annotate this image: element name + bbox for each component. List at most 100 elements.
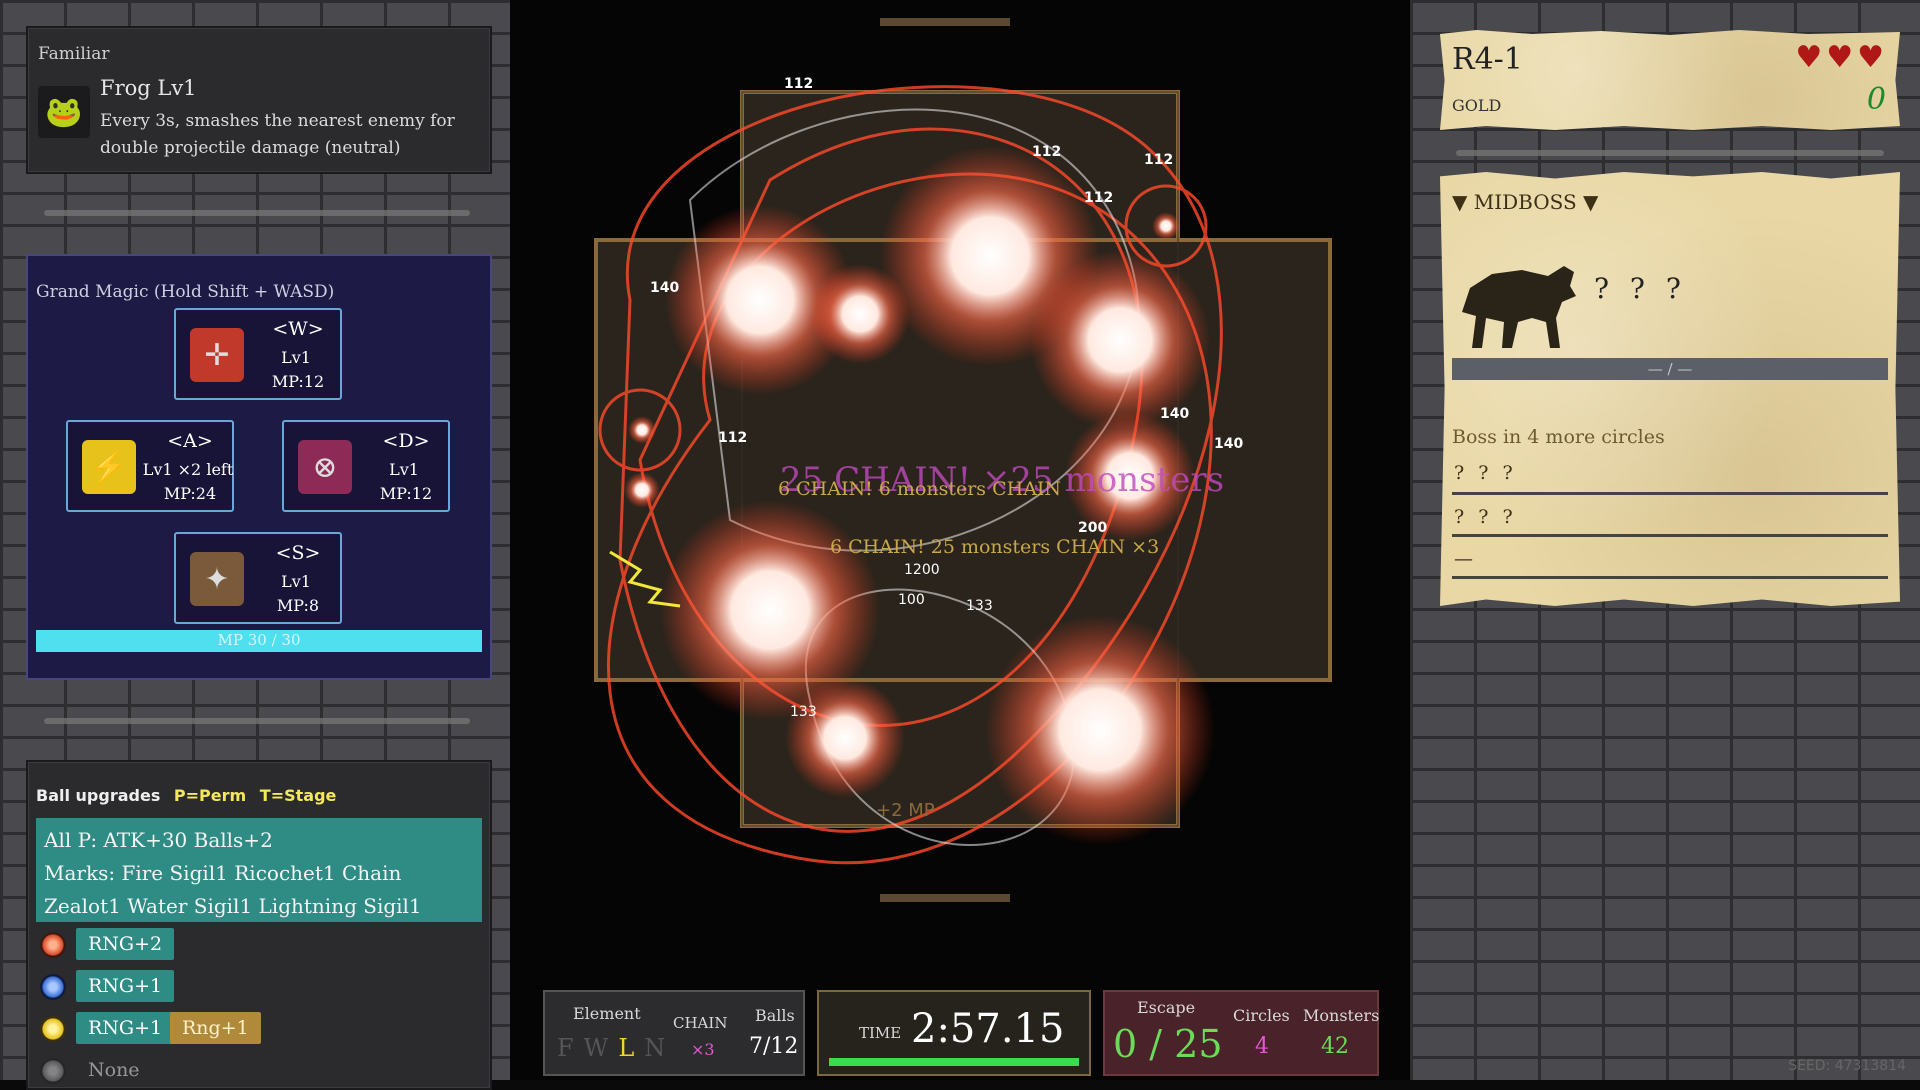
crosshair-icon: ✛ xyxy=(190,328,244,382)
spell-mp: MP:8 xyxy=(276,596,320,615)
hyena-icon xyxy=(1462,266,1576,348)
spell-key: <W> xyxy=(272,318,324,340)
chain-label: CHAIN xyxy=(673,1014,728,1032)
left-sidebar: Familiar 🐸 Frog Lv1 Every 3s, smashes th… xyxy=(0,0,510,1090)
grand-magic-panel: Grand Magic (Hold Shift + WASD) ✛ <W> Lv… xyxy=(26,254,492,680)
boss-entry: ? ? ? xyxy=(1454,506,1517,528)
element-water: W xyxy=(583,1034,619,1062)
spell-d[interactable]: ⊗ <D> Lv1 MP:12 xyxy=(282,420,450,512)
ball-upgrades-header: Ball upgrades P=Perm T=Stage xyxy=(36,786,336,805)
time-label: TIME xyxy=(859,1024,902,1042)
spell-mp: MP:12 xyxy=(379,484,433,503)
chain-banner: 6 CHAIN! 25 monsters CHAIN ×3 xyxy=(830,536,1160,558)
upgrade-chip: None xyxy=(88,1059,140,1081)
boss-countdown: Boss in 4 more circles xyxy=(1452,426,1665,448)
element-lightning: L xyxy=(618,1034,645,1062)
cross-circle-icon: ⊗ xyxy=(298,440,352,494)
chain-value: ×3 xyxy=(691,1040,715,1059)
element-label: Element xyxy=(573,1004,641,1023)
circles-value: 4 xyxy=(1255,1034,1269,1059)
top-gate xyxy=(880,18,1010,26)
damage-number: 133 xyxy=(790,704,817,720)
damage-number: 112 xyxy=(784,76,814,92)
familiar-description: Every 3s, smashes the nearest enemy for … xyxy=(100,111,455,158)
damage-number: 140 xyxy=(1160,406,1190,422)
summary-line: All P: ATK+30 Balls+2 xyxy=(44,828,273,852)
ball-upgrades-title: Ball upgrades xyxy=(36,786,161,805)
element-fire: F xyxy=(557,1034,584,1062)
escape-label: Escape xyxy=(1137,998,1196,1017)
escape-value: 0 / 25 xyxy=(1113,1022,1223,1066)
gold-value: 0 xyxy=(1866,82,1886,117)
spell-level: Lv1 ×2 left xyxy=(142,460,234,479)
stage-legend: T=Stage xyxy=(259,786,337,805)
element-list: FWLN xyxy=(557,1034,675,1062)
summary-line: Marks: Fire Sigil1 Ricochet1 Chain xyxy=(44,861,402,885)
familiar-panel: Familiar 🐸 Frog Lv1 Every 3s, smashes th… xyxy=(26,26,492,174)
heart-icon: ♥♥♥ xyxy=(1795,40,1888,75)
circles-label: Circles xyxy=(1233,1006,1290,1025)
upgrade-chip: RNG+1 xyxy=(76,1012,175,1044)
stage-panel: R4-1 ♥♥♥ GOLD 0 xyxy=(1440,30,1900,130)
balls-value: 7/12 xyxy=(749,1034,799,1059)
time-bar xyxy=(829,1058,1079,1066)
spell-key: <S> xyxy=(275,542,321,564)
spell-a[interactable]: ⚡ <A> Lv1 ×2 left MP:24 xyxy=(66,420,234,512)
element-panel: Element FWLN CHAIN ×3 Balls 7/12 xyxy=(543,990,805,1076)
familiar-header: Familiar xyxy=(38,44,110,64)
spell-level: Lv1 xyxy=(281,348,311,367)
spell-level: Lv1 xyxy=(389,460,419,479)
element-neutral: N xyxy=(644,1034,676,1062)
monsters-value: 42 xyxy=(1321,1034,1349,1059)
bottom-gate xyxy=(880,894,1010,902)
wand-icon: ✦ xyxy=(190,552,244,606)
boss-hp-bar: — / — xyxy=(1452,358,1888,380)
upgrade-summary: All P: ATK+30 Balls+2 Marks: Fire Sigil1… xyxy=(36,818,482,922)
spell-mp: MP:24 xyxy=(163,484,217,503)
spell-s[interactable]: ✦ <S> Lv1 MP:8 xyxy=(174,532,342,624)
battlefield[interactable]: 25 CHAIN! ×25 monsters 6 CHAIN! 6 monste… xyxy=(510,0,1410,1080)
boss-hp-text: — / — xyxy=(1647,360,1693,378)
spell-mp: MP:12 xyxy=(271,372,325,391)
upgrade-chip: RNG+1 xyxy=(76,970,175,1002)
boss-panel: ▼ MIDBOSS ▼ ? ? ? — / — Boss in 4 more c… xyxy=(1440,172,1900,606)
spell-key: <D> xyxy=(382,430,430,452)
spell-level: Lv1 xyxy=(281,572,311,591)
mp-text: MP 30 / 30 xyxy=(217,631,301,649)
familiar-name: Frog Lv1 xyxy=(100,76,197,100)
escape-panel: Escape 0 / 25 Circles 4 Monsters 42 xyxy=(1103,990,1379,1076)
entry-divider xyxy=(1452,492,1888,495)
divider-rail xyxy=(44,718,470,724)
damage-number: 112 xyxy=(718,430,748,446)
upgrade-chip: RNG+2 xyxy=(76,928,175,960)
timer-panel: TIME 2:57.15 xyxy=(817,990,1091,1076)
entry-divider xyxy=(1452,576,1888,579)
damage-number: 100 xyxy=(898,592,925,608)
seed-label: SEED: 47313814 xyxy=(1788,1058,1906,1074)
mp-popup: +2 MP xyxy=(876,800,935,821)
damage-number: 112 xyxy=(1144,152,1174,168)
spell-key: <A> xyxy=(167,430,213,452)
damage-number: 112 xyxy=(1032,144,1062,160)
time-value: 2:57.15 xyxy=(911,1006,1065,1052)
damage-number: 200 xyxy=(1078,520,1108,536)
lightning-figure-icon: ⚡ xyxy=(82,440,136,494)
boss-entry: — xyxy=(1454,548,1477,570)
divider-rail xyxy=(44,210,470,216)
spell-w[interactable]: ✛ <W> Lv1 MP:12 xyxy=(174,308,342,400)
divider-rail xyxy=(1456,150,1884,156)
gold-label: GOLD xyxy=(1452,96,1502,115)
damage-number: 140 xyxy=(650,280,680,296)
damage-number: 1200 xyxy=(904,562,940,578)
mp-bar: MP 30 / 30 xyxy=(36,630,482,652)
water-orb-icon xyxy=(40,974,66,1000)
ball-upgrades-panel: Ball upgrades P=Perm T=Stage All P: ATK+… xyxy=(26,760,492,1090)
damage-number: 112 xyxy=(1084,190,1114,206)
entry-divider xyxy=(1452,534,1888,537)
damage-number: 140 xyxy=(1214,436,1244,452)
midboss-header: ▼ MIDBOSS ▼ xyxy=(1452,190,1599,214)
neutral-orb-icon xyxy=(40,1058,66,1084)
chain-banner: 6 CHAIN! 6 monsters CHAIN xyxy=(778,478,1062,500)
monsters-label: Monsters xyxy=(1303,1006,1380,1025)
stage-title: R4-1 xyxy=(1452,42,1523,77)
